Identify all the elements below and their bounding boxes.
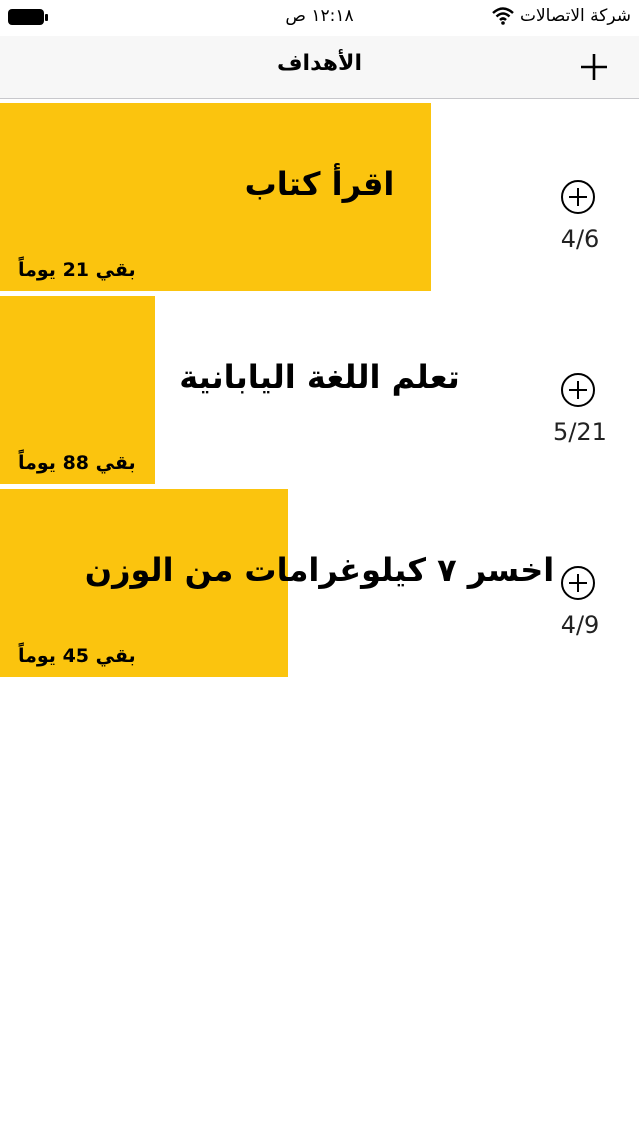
page-title: الأهداف (277, 51, 362, 76)
carrier: شركة الاتصالات (492, 6, 631, 26)
days-left-label: بقي 88 يوماً (18, 452, 136, 474)
goal-title: تعلم اللغة اليابانية (179, 358, 460, 396)
add-goal-button[interactable] (568, 44, 620, 90)
wifi-icon (492, 7, 514, 25)
goal-title: اخسر ٧ كيلوغرامات من الوزن (84, 551, 555, 589)
days-left-label: بقي 21 يوماً (18, 259, 136, 281)
goal-row[interactable]: اقرأ كتاب بقي 21 يوماً 4/6 (0, 103, 639, 291)
increment-button[interactable] (560, 565, 596, 601)
days-left-label: بقي 45 يوماً (18, 645, 136, 667)
progress-count: 4/6 (560, 225, 600, 253)
goal-row[interactable]: تعلم اللغة اليابانية بقي 88 يوماً 5/21 (0, 296, 639, 484)
progress-count: 5/21 (553, 418, 607, 446)
increment-button[interactable] (560, 372, 596, 408)
goal-title: اقرأ كتاب (244, 165, 395, 203)
carrier-label: شركة الاتصالات (519, 6, 631, 26)
navigation-bar: الأهداف (0, 36, 639, 99)
goal-row[interactable]: اخسر ٧ كيلوغرامات من الوزن بقي 45 يوماً … (0, 489, 639, 677)
plus-icon (581, 54, 607, 80)
status-bar: ١٢:١٨ ص شركة الاتصالات (0, 0, 639, 36)
increment-button[interactable] (560, 179, 596, 215)
progress-count: 4/9 (560, 611, 600, 639)
goals-list: اقرأ كتاب بقي 21 يوماً 4/6 تعلم اللغة ال… (0, 103, 639, 677)
